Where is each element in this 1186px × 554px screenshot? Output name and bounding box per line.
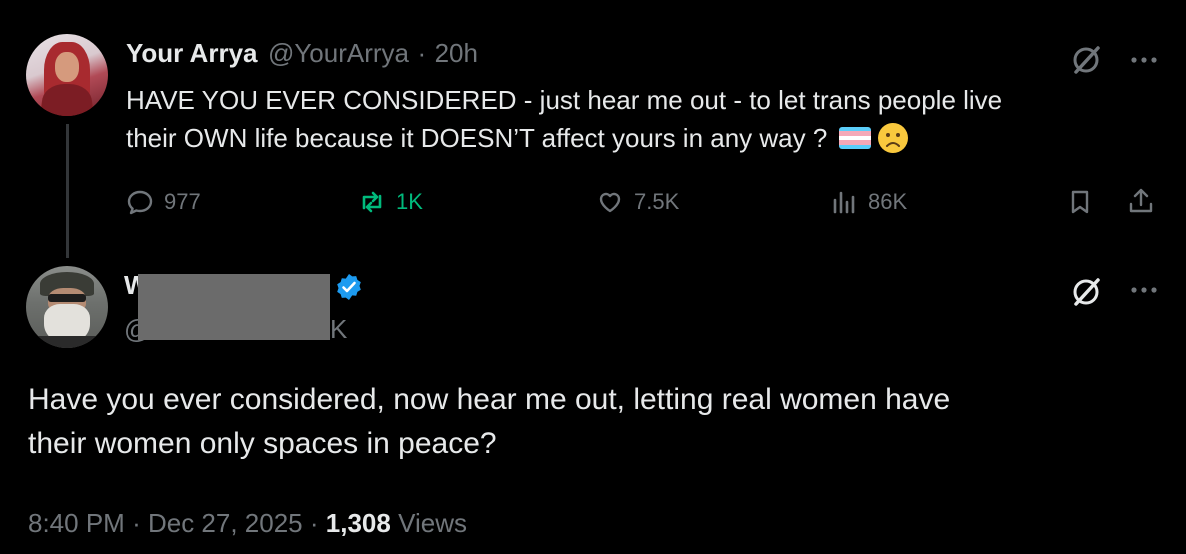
reply-action[interactable]: 977 bbox=[126, 188, 201, 216]
views-action[interactable]: 86K bbox=[830, 188, 907, 216]
footer-separator: · bbox=[132, 508, 141, 538]
reply-date[interactable]: Dec 27, 2025 bbox=[148, 508, 303, 538]
grok-icon[interactable] bbox=[1068, 42, 1104, 78]
share-icon[interactable] bbox=[1126, 186, 1156, 216]
avatar-reply-author[interactable] bbox=[26, 266, 108, 348]
views-icon bbox=[833, 191, 855, 214]
reply-icon bbox=[127, 190, 153, 215]
avatar-shirt bbox=[32, 336, 102, 348]
original-post-text: HAVE YOU EVER CONSIDERED - just hear me … bbox=[126, 81, 1166, 157]
frowning-face-icon bbox=[877, 122, 909, 154]
avatar-glasses bbox=[48, 294, 86, 302]
reply-text-line1: Have you ever considered, now hear me ou… bbox=[28, 383, 951, 416]
original-post-header: Your Arrya @YourArrya · 20h bbox=[126, 38, 478, 69]
grok-icon[interactable] bbox=[1068, 274, 1104, 310]
original-text-line1: HAVE YOU EVER CONSIDERED - just hear me … bbox=[126, 85, 1003, 115]
like-action[interactable]: 7.5K bbox=[596, 188, 679, 216]
views-count: 86K bbox=[868, 189, 908, 214]
more-icon[interactable] bbox=[1126, 48, 1162, 72]
trans-flag-icon bbox=[839, 127, 872, 149]
repost-icon bbox=[362, 191, 382, 213]
like-icon bbox=[599, 192, 621, 213]
avatar-body bbox=[42, 84, 92, 116]
reply-post-text: Have you ever considered, now hear me ou… bbox=[28, 378, 1168, 466]
reply-handle-end[interactable]: K bbox=[330, 314, 347, 345]
reply-views-count: 1,308 bbox=[325, 508, 391, 538]
reply-time[interactable]: 8:40 PM bbox=[28, 508, 125, 538]
original-time[interactable]: 20h bbox=[435, 38, 478, 68]
bookmark-icon[interactable] bbox=[1066, 188, 1094, 216]
thread-line bbox=[66, 124, 69, 258]
header-separator: · bbox=[417, 38, 427, 68]
footer-separator: · bbox=[309, 508, 319, 538]
verified-badge-icon bbox=[334, 272, 364, 302]
original-display-name[interactable]: Your Arrya bbox=[126, 38, 258, 68]
redaction-box bbox=[138, 274, 330, 340]
reply-text-line2: their women only spaces in peace? bbox=[28, 427, 497, 460]
original-handle[interactable]: @YourArrya bbox=[268, 38, 409, 68]
avatar-face bbox=[55, 52, 79, 82]
repost-action[interactable]: 1K bbox=[358, 188, 423, 216]
original-text-line2: their OWN life because it DOESN’T affect… bbox=[126, 123, 828, 153]
reply-footer: 8:40 PM · Dec 27, 2025 · 1,308 Views bbox=[28, 508, 467, 539]
like-count: 7.5K bbox=[634, 189, 680, 214]
reply-views-label: Views bbox=[398, 508, 467, 538]
avatar-your-arrya[interactable] bbox=[26, 34, 108, 116]
more-icon[interactable] bbox=[1126, 278, 1162, 302]
original-text-line2-row: their OWN life because it DOESN’T affect… bbox=[126, 119, 1166, 157]
reply-count: 977 bbox=[164, 189, 201, 214]
repost-count: 1K bbox=[396, 189, 423, 214]
